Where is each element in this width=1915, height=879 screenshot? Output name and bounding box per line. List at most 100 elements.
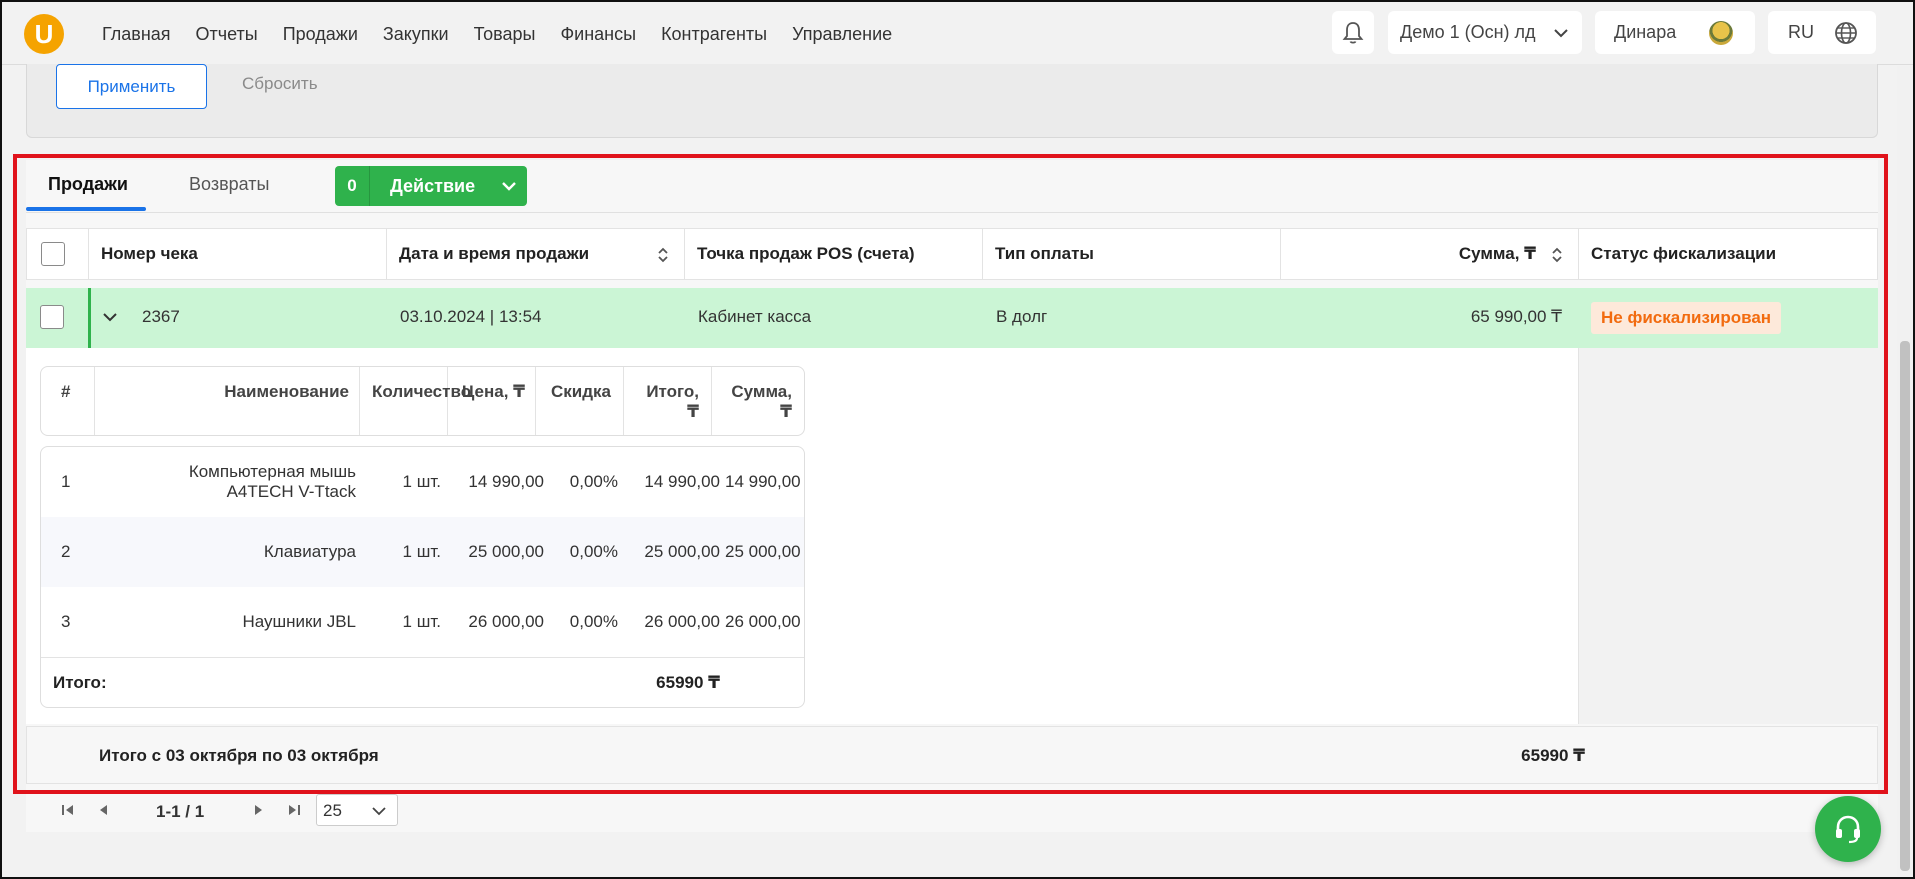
item-num: 2 <box>61 542 71 561</box>
item-qty: 1 шт. <box>402 472 441 491</box>
tab-sales[interactable]: Продажи <box>26 174 146 211</box>
item-row: 2 Клавиатура 1 шт. 25 000,00 0,00% 25 00… <box>41 517 804 587</box>
bell-icon <box>1342 21 1364 44</box>
chevron-down-icon <box>372 807 386 816</box>
status-column-bg <box>1578 348 1878 724</box>
period-summary-label: Итого с 03 октября по 03 октября <box>99 746 379 765</box>
column-sum-label: Сумма, ₸ <box>1458 244 1536 263</box>
item-num: 3 <box>61 612 71 631</box>
status-badge: Не фискализирован <box>1591 302 1782 334</box>
sort-icon <box>1552 247 1562 263</box>
item-price: 26 000,00 <box>468 612 544 631</box>
first-page-icon[interactable] <box>60 802 76 818</box>
sales-card: Продажи Возвраты 0 Действие Номер чека Д… <box>26 160 1878 832</box>
organization-select[interactable]: Демо 1 (Осн) лд <box>1388 11 1582 54</box>
column-payment-type: Тип оплаты <box>983 229 1281 279</box>
support-chat-button[interactable] <box>1815 796 1881 862</box>
row-checkbox[interactable] <box>40 305 64 329</box>
tab-returns[interactable]: Возвраты <box>189 174 269 195</box>
item-price: 14 990,00 <box>468 472 544 491</box>
items-col-discount: Скидка <box>536 367 624 435</box>
language-select[interactable]: RU <box>1768 11 1876 54</box>
prev-page-icon[interactable] <box>96 802 112 818</box>
item-price: 25 000,00 <box>468 542 544 561</box>
user-name: Динара <box>1614 22 1677 42</box>
column-datetime[interactable]: Дата и время продажи <box>387 229 685 279</box>
avatar <box>1709 21 1733 45</box>
nav-item-finance[interactable]: Финансы <box>560 24 636 45</box>
select-all-checkbox[interactable] <box>41 242 65 266</box>
tabs-bar: Продажи Возвраты 0 Действие <box>26 160 1878 212</box>
globe-icon <box>1835 22 1857 44</box>
items-col-total-label: Итого, <box>646 382 699 401</box>
item-row: 1 Компьютерная мышь A4TECH V-Ttack 1 шт.… <box>41 447 804 517</box>
nav-item-reports[interactable]: Отчеты <box>196 24 258 45</box>
chevron-down-icon <box>1554 29 1568 38</box>
item-discount: 0,00% <box>569 472 618 491</box>
item-name-line2: A4TECH V-Ttack <box>226 482 356 501</box>
items-col-sum-unit: ₸ <box>780 402 792 421</box>
next-page-icon[interactable] <box>250 802 266 818</box>
language-label: RU <box>1788 22 1814 42</box>
item-name: Наушники JBL <box>242 612 356 631</box>
chevron-down-icon[interactable] <box>101 308 119 326</box>
sale-sum: 65 990,00 ₸ <box>1470 307 1562 326</box>
nav-item-management[interactable]: Управление <box>792 24 892 45</box>
item-qty: 1 шт. <box>402 542 441 561</box>
select-all-cell <box>27 229 89 279</box>
items-table-header: # Наименование Количество Цена, ₸ Скидка… <box>40 366 805 436</box>
chevron-down-icon <box>502 182 516 191</box>
payment-type: В долг <box>996 307 1048 326</box>
action-button[interactable]: 0 Действие <box>335 166 528 206</box>
items-col-total: Итого, ₸ <box>624 367 712 435</box>
app-logo[interactable]: U <box>24 14 64 54</box>
page-size-select[interactable]: 25 <box>316 794 398 826</box>
item-sum: 26 000,00 <box>725 612 801 631</box>
nav-item-goods[interactable]: Товары <box>474 24 536 45</box>
nav-item-purchases[interactable]: Закупки <box>383 24 449 45</box>
item-total: 14 990,00 <box>644 472 720 491</box>
column-datetime-label: Дата и время продажи <box>399 244 590 263</box>
period-summary-value: 65990 ₸ <box>1521 746 1585 765</box>
page-scrollbar[interactable] <box>1897 66 1913 876</box>
item-discount: 0,00% <box>569 612 618 631</box>
items-col-num: # <box>41 367 95 435</box>
nav-item-counterparties[interactable]: Контрагенты <box>661 24 767 45</box>
scrollbar-thumb[interactable] <box>1900 341 1910 871</box>
table-row[interactable]: 2367 03.10.2024 | 13:54 Кабинет касса В … <box>26 288 1878 348</box>
period-summary-row: Итого с 03 октября по 03 октября 65990 ₸ <box>26 726 1878 784</box>
divider <box>26 212 1878 213</box>
nav-item-sales[interactable]: Продажи <box>283 24 358 45</box>
item-row: 3 Наушники JBL 1 шт. 26 000,00 0,00% 26 … <box>41 587 804 657</box>
item-name: Клавиатура <box>263 542 356 561</box>
receipt-number[interactable]: 2367 <box>142 307 180 327</box>
page-size-value: 25 <box>323 801 342 820</box>
action-dropdown-toggle[interactable] <box>491 166 527 206</box>
action-label: Действие <box>390 175 476 196</box>
top-navbar: U Главная Отчеты Продажи Закупки Товары … <box>2 2 1913 65</box>
item-qty: 1 шт. <box>402 612 441 631</box>
notifications-button[interactable] <box>1332 11 1374 54</box>
apply-button[interactable]: Применить <box>56 64 207 109</box>
item-total: 26 000,00 <box>644 612 720 631</box>
items-table-body: 1 Компьютерная мышь A4TECH V-Ttack 1 шт.… <box>40 446 805 708</box>
column-sum[interactable]: Сумма, ₸ <box>1281 229 1579 279</box>
items-col-discount-label: Скидка <box>551 382 611 401</box>
items-total-label: Итого: <box>53 673 107 692</box>
sale-pos: Кабинет касса <box>698 307 812 326</box>
items-total-row: Итого: 65990 ₸ <box>41 657 804 707</box>
row-accent-bar <box>88 288 91 348</box>
column-pos: Точка продаж POS (счета) <box>685 229 983 279</box>
reset-button[interactable]: Сбросить <box>242 74 318 94</box>
row-details: # Наименование Количество Цена, ₸ Скидка… <box>26 348 1878 724</box>
sale-datetime: 03.10.2024 | 13:54 <box>400 307 542 326</box>
items-col-price: Цена, ₸ <box>448 367 536 435</box>
last-page-icon[interactable] <box>286 802 302 818</box>
page-range: 1-1 / 1 <box>156 802 205 821</box>
item-num: 1 <box>61 472 71 491</box>
user-menu[interactable]: Динара <box>1595 11 1755 54</box>
filter-panel: Применить Сбросить <box>26 64 1878 138</box>
selected-count-badge: 0 <box>335 166 370 206</box>
item-discount: 0,00% <box>569 542 618 561</box>
nav-item-home[interactable]: Главная <box>102 24 171 45</box>
